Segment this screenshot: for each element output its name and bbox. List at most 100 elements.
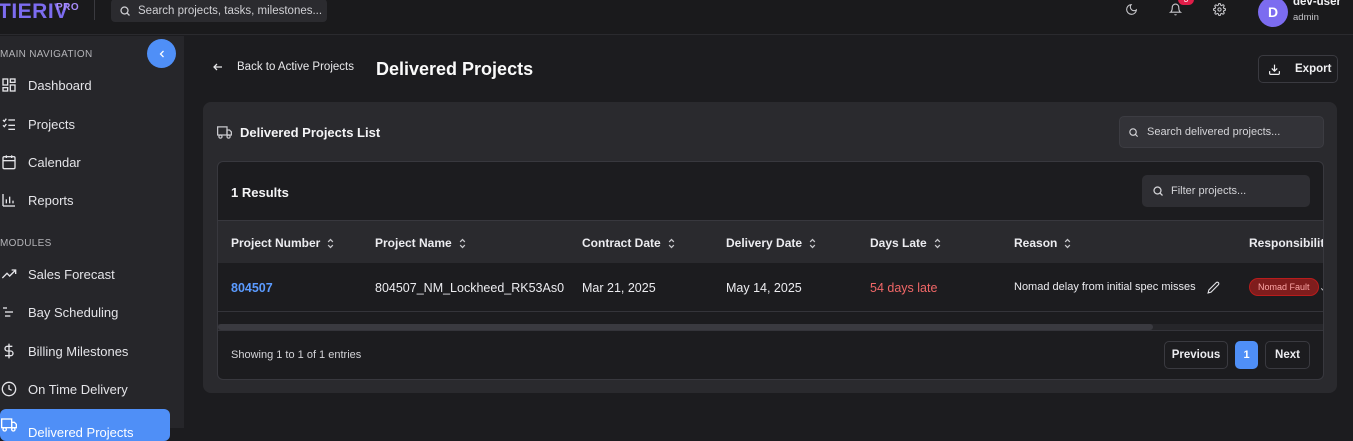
column-label: Days Late: [870, 236, 927, 250]
sidebar-item-label: Calendar: [28, 154, 81, 170]
contract-date-cell: Mar 21, 2025: [582, 281, 656, 295]
grid-icon: [0, 76, 18, 94]
moon-icon: [1125, 3, 1137, 15]
column-label: Project Number: [231, 236, 321, 250]
column-label: Responsibility: [1249, 236, 1324, 250]
table-footer: Showing 1 to 1 of 1 entries Previous 1 N…: [218, 330, 1323, 379]
column-header-delivery-date[interactable]: Delivery Date: [726, 236, 817, 250]
column-label: Contract Date: [582, 236, 661, 250]
sort-icon: [668, 238, 674, 248]
theme-toggle-button[interactable]: [1123, 1, 1139, 17]
trending-up-icon: [0, 265, 18, 283]
responsibility-badge[interactable]: Nomad Fault: [1249, 278, 1319, 296]
table-row: 804507 804507_NM_Lockheed_RK53As0 Mar 21…: [218, 263, 1323, 312]
arrow-left-icon: [213, 63, 222, 71]
bell-icon: [1168, 3, 1182, 15]
brand-logo[interactable]: TIERIV PRO: [0, 0, 79, 24]
main-navigation-label: MAIN NAVIGATION: [0, 49, 93, 60]
truck-icon: [217, 126, 232, 139]
previous-page-button[interactable]: Previous: [1164, 341, 1228, 369]
column-header-reason[interactable]: Reason: [1014, 236, 1072, 250]
notification-count-badge: 3: [1178, 0, 1194, 5]
back-link-label: Back to Active Projects: [237, 61, 354, 73]
days-late-cell: 54 days late: [870, 281, 938, 295]
column-label: Project Name: [375, 236, 452, 250]
download-icon: [1269, 64, 1280, 75]
sidebar: MAIN NAVIGATION Dashboard Projects Calen…: [0, 36, 184, 441]
sidebar-item-calendar[interactable]: Calendar: [0, 147, 170, 177]
top-bar: TIERIV PRO Search projects, tasks, miles…: [0, 0, 1353, 35]
projects-table: 1 Results Filter projects... Project Num…: [217, 161, 1324, 380]
showing-entries-text: Showing 1 to 1 of 1 entries: [231, 349, 362, 361]
divider: [94, 0, 95, 20]
table-header: Project Number Project Name Contract Dat…: [218, 220, 1324, 263]
user-name: dev-user: [1293, 0, 1341, 8]
delivered-search-input[interactable]: Search delivered projects...: [1119, 116, 1324, 148]
sidebar-item-delivered-projects[interactable]: Delivered Projects: [0, 409, 170, 441]
responsibility-dropdown[interactable]: [1319, 281, 1323, 299]
chevron-left-icon: [159, 50, 164, 57]
page-title: Delivered Projects: [376, 59, 534, 79]
pencil-icon: [1207, 281, 1220, 294]
sidebar-item-label: On Time Delivery: [28, 381, 128, 397]
delivery-date-cell: May 14, 2025: [726, 281, 802, 295]
export-button[interactable]: Export: [1258, 55, 1338, 83]
column-header-days-late[interactable]: Days Late: [870, 236, 942, 250]
sidebar-item-on-time-delivery[interactable]: On Time Delivery: [0, 374, 170, 404]
reason-cell: Nomad delay from initial spec misses: [1014, 281, 1196, 293]
search-icon: [1153, 186, 1163, 196]
sort-icon: [328, 238, 334, 248]
search-icon: [1129, 127, 1139, 137]
card-title-text: Delivered Projects List: [240, 125, 381, 140]
sidebar-item-projects[interactable]: Projects: [0, 109, 170, 139]
dollar-icon: [0, 342, 18, 360]
column-header-contract-date[interactable]: Contract Date: [582, 236, 676, 250]
sidebar-item-bay-scheduling[interactable]: Bay Scheduling: [0, 297, 170, 327]
clock-icon: [0, 380, 18, 398]
truck-icon: [0, 416, 18, 434]
global-search-input[interactable]: Search projects, tasks, milestones...: [111, 0, 327, 22]
delivered-search-placeholder: Search delivered projects...: [1147, 126, 1281, 138]
card-title: Delivered Projects List: [217, 125, 380, 140]
sidebar-item-label: Delivered Projects: [28, 424, 134, 440]
settings-button[interactable]: [1211, 1, 1227, 17]
sidebar-item-label: Reports: [28, 192, 74, 208]
global-search-placeholder: Search projects, tasks, milestones...: [138, 4, 323, 17]
next-page-button[interactable]: Next: [1265, 341, 1310, 369]
sidebar-item-billing-milestones[interactable]: Billing Milestones: [0, 336, 170, 366]
export-label: Export: [1295, 63, 1332, 75]
sort-icon: [1065, 238, 1071, 248]
column-header-project-name[interactable]: Project Name: [375, 236, 467, 250]
checklist-icon: [0, 115, 18, 133]
column-label: Delivery Date: [726, 236, 803, 250]
sidebar-item-reports[interactable]: Reports: [0, 185, 170, 215]
column-header-project-number[interactable]: Project Number: [231, 236, 335, 250]
sidebar-item-label: Billing Milestones: [28, 343, 129, 359]
sidebar-item-sales-forecast[interactable]: Sales Forecast: [0, 259, 170, 289]
search-icon: [120, 5, 130, 16]
sidebar-item-label: Bay Scheduling: [28, 304, 119, 320]
project-name-cell: 804507_NM_Lockheed_RK53As0: [375, 281, 565, 295]
chevron-down-icon: [1320, 288, 1323, 291]
filter-placeholder: Filter projects...: [1171, 185, 1247, 197]
sidebar-item-label: Projects: [28, 116, 75, 132]
edit-reason-button[interactable]: [1207, 281, 1220, 299]
filter-projects-input[interactable]: Filter projects...: [1142, 175, 1310, 207]
page-1-button[interactable]: 1: [1235, 341, 1258, 369]
sidebar-item-label: Sales Forecast: [28, 266, 115, 282]
sort-icon: [809, 238, 816, 248]
sidebar-item-dashboard[interactable]: Dashboard: [0, 70, 170, 100]
modules-label: MODULES: [0, 238, 52, 249]
brand-suffix: PRO: [56, 2, 80, 13]
bar-chart-icon: [0, 191, 18, 209]
project-number-link[interactable]: 804507: [231, 281, 273, 295]
back-to-active-projects-link[interactable]: Back to Active Projects: [212, 61, 354, 73]
user-role: admin: [1293, 12, 1319, 23]
calendar-icon: [0, 153, 18, 171]
column-header-responsibility[interactable]: Responsibility: [1249, 236, 1324, 250]
user-avatar[interactable]: D: [1258, 0, 1288, 27]
list-filter-icon: [0, 303, 18, 321]
results-count: 1 Results: [231, 185, 289, 200]
collapse-sidebar-button[interactable]: [147, 39, 176, 68]
sort-icon: [459, 238, 466, 248]
